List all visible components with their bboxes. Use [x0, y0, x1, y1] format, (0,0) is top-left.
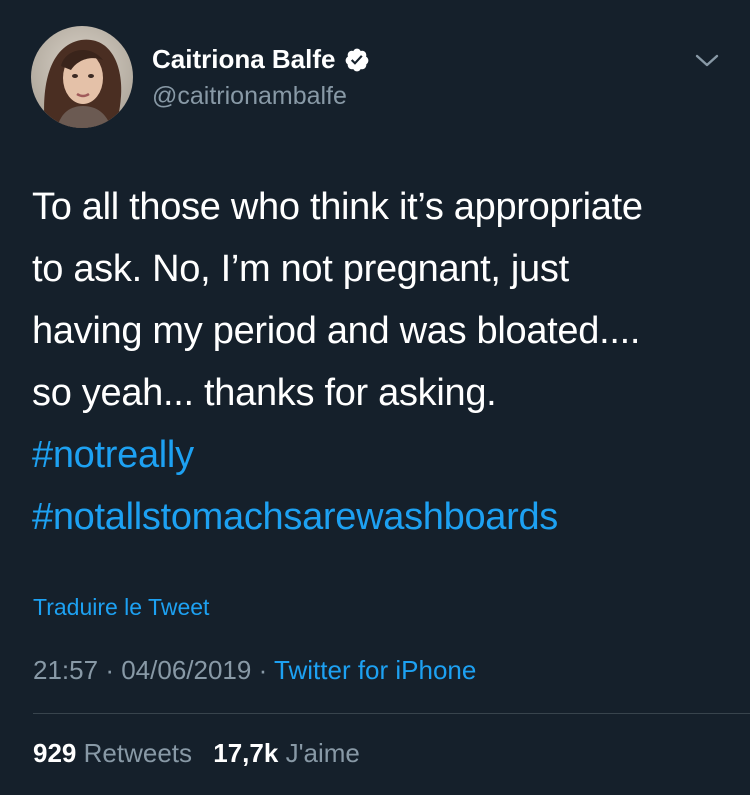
tweet-meta: 21:57 · 04/06/2019 · Twitter for iPhone	[33, 655, 476, 686]
meta-separator: ·	[258, 655, 268, 685]
author-display-name[interactable]: Caitriona Balfe	[152, 44, 336, 75]
retweets-label: Retweets	[83, 738, 193, 768]
tweet-text-line: To all those who think it’s appropriate	[32, 186, 643, 228]
likes-count: 17,7k	[213, 738, 279, 768]
author-name-row: Caitriona Balfe	[152, 44, 370, 75]
avatar[interactable]	[31, 26, 133, 128]
tweet-text-line: so yeah... thanks for asking.	[32, 372, 497, 414]
tweet-text: To all those who think it’s appropriate …	[32, 176, 732, 548]
likes-stat[interactable]: 17,7k J'aime	[213, 738, 360, 768]
tweet-text-line: to ask. No, I’m not pregnant, just	[32, 248, 569, 290]
hashtag-link[interactable]: #notreally	[32, 424, 732, 486]
tweet-source-link[interactable]: Twitter for iPhone	[274, 655, 476, 685]
likes-label: J'aime	[285, 738, 360, 768]
retweets-stat[interactable]: 929 Retweets	[33, 738, 199, 768]
tweet-time[interactable]: 21:57	[33, 655, 98, 685]
profile-photo	[31, 26, 133, 128]
hashtag-link[interactable]: #notallstomachsarewashboards	[32, 486, 732, 548]
chevron-down-icon	[695, 54, 719, 67]
tweet-menu-button[interactable]	[692, 48, 722, 72]
retweets-count: 929	[33, 738, 77, 768]
tweet-date[interactable]: 04/06/2019	[121, 655, 251, 685]
meta-separator: ·	[105, 655, 114, 685]
verified-badge-icon	[345, 48, 368, 71]
author-handle[interactable]: @caitrionambalfe	[152, 82, 347, 111]
tweet-stats: 929 Retweets 17,7k J'aime	[33, 738, 374, 769]
tweet-text-line: having my period and was bloated....	[32, 310, 641, 352]
divider	[33, 713, 750, 714]
translate-tweet-link[interactable]: Traduire le Tweet	[33, 594, 209, 621]
